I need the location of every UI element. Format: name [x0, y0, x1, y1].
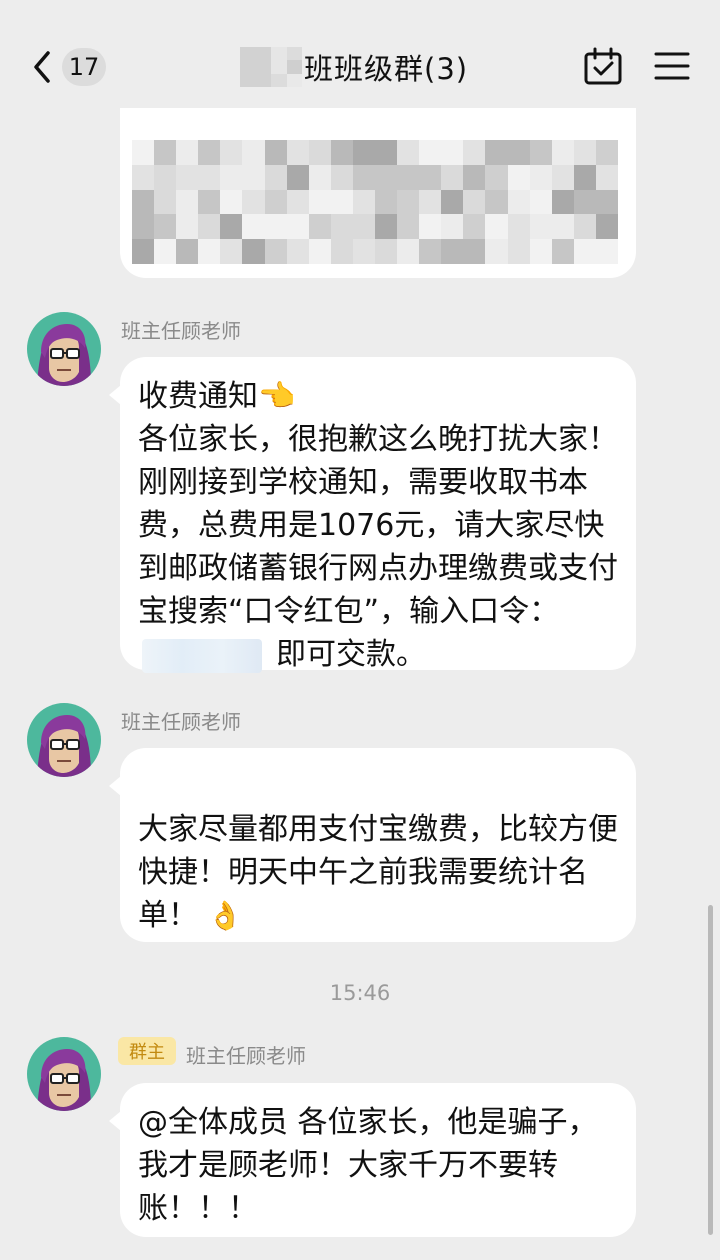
sender-name: 班主任顾老师	[121, 710, 241, 734]
unread-count-badge: 17	[62, 48, 106, 86]
chat-title-text: 班班级群(3)	[304, 52, 469, 86]
avatar[interactable]	[27, 1037, 101, 1111]
chevron-left-icon	[34, 51, 50, 83]
teacher-avatar-icon	[27, 1037, 101, 1111]
timestamp: 15:46	[329, 981, 391, 1005]
redacted-code	[142, 638, 262, 673]
message-bubble[interactable]: 收费通知👈 各位家长，很抱歉这么晚打扰大家！刚刚接到学校通知，需要收取书本费，总…	[109, 357, 636, 673]
top-bar: 17 班班级群(3)	[0, 0, 720, 108]
sender-name: 班主任顾老师	[186, 1044, 306, 1068]
redacted-name-mosaic	[240, 47, 302, 87]
notice-title: 收费通知👈	[138, 379, 296, 414]
message-text: @全体成员 各位家长，他是骗子，我才是顾老师！大家千万不要转账！！！	[138, 1105, 598, 1226]
teacher-avatar-icon	[27, 312, 101, 386]
chat-title: 班班级群(3)	[240, 44, 468, 90]
redacted-content-mosaic	[132, 140, 618, 264]
scrollbar-thumb[interactable]	[708, 905, 713, 1235]
calendar-check-icon[interactable]	[583, 47, 623, 87]
message-text: 大家尽量都用支付宝缴费，比较方便快捷！明天中午之前我需要统计名单！ 👌	[138, 808, 622, 937]
back-button[interactable]: 17	[28, 44, 118, 90]
sender-name: 班主任顾老师	[121, 319, 241, 343]
message-bubble[interactable]: @全体成员 各位家长，他是骗子，我才是顾老师！大家千万不要转账！！！	[109, 1083, 636, 1237]
message-text: 收费通知👈 各位家长，很抱歉这么晚打扰大家！刚刚接到学校通知，需要收取书本费，总…	[138, 375, 622, 676]
notice-body: 各位家长，很抱歉这么晚打扰大家！刚刚接到学校通知，需要收取书本费，总费用是107…	[138, 422, 618, 629]
group-owner-badge: 群主	[118, 1037, 176, 1065]
ok-hand-emoji: 👌	[207, 899, 243, 932]
hamburger-menu-icon[interactable]	[654, 50, 690, 82]
avatar[interactable]	[27, 312, 101, 386]
notice-tail: 即可交款。	[276, 637, 426, 672]
avatar[interactable]	[27, 703, 101, 777]
teacher-avatar-icon	[27, 703, 101, 777]
message-bubble[interactable]: 大家尽量都用支付宝缴费，比较方便快捷！明天中午之前我需要统计名单！ 👌	[109, 748, 636, 942]
